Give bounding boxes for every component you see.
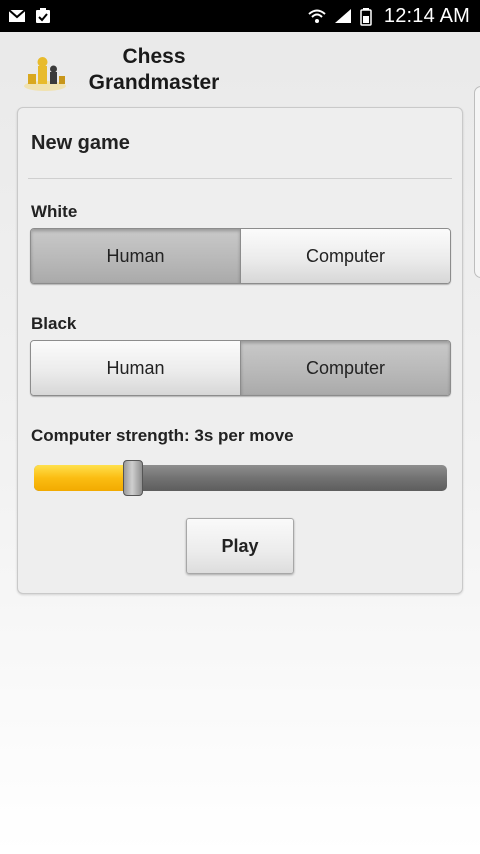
wifi-icon — [308, 8, 326, 24]
white-label: White — [31, 202, 78, 221]
status-bar: 12:14 AM — [0, 0, 480, 32]
white-human-button[interactable]: Human — [31, 229, 240, 283]
app-title-line1: Chess — [122, 45, 186, 68]
white-player-selector: Human Computer — [30, 228, 451, 284]
chess-pieces-logo-icon — [22, 50, 68, 92]
card-title: New game — [31, 132, 130, 154]
black-player-selector: Human Computer — [30, 340, 451, 396]
app-title-line2: Grandmaster — [88, 71, 220, 94]
black-human-button[interactable]: Human — [31, 341, 240, 395]
battery-icon — [360, 8, 372, 26]
black-computer-button[interactable]: Computer — [240, 341, 450, 395]
clipboard-check-icon — [34, 8, 52, 24]
app-header: Chess Grandmaster — [0, 32, 480, 108]
divider — [28, 178, 452, 179]
computer-strength-label: Computer strength: 3s per move — [31, 426, 294, 445]
status-bar-right: 12:14 AM — [308, 5, 470, 28]
clock-time: 12:14 AM — [383, 4, 470, 27]
app-title: Chess Grandmaster — [84, 44, 224, 96]
slider-fill — [34, 465, 133, 491]
new-game-card: New game White Human Computer Black Huma… — [17, 107, 463, 594]
slider-thumb[interactable] — [123, 460, 143, 496]
white-computer-button[interactable]: Computer — [240, 229, 450, 283]
status-bar-left — [8, 8, 52, 24]
signal-icon — [334, 8, 352, 24]
computer-strength-slider[interactable] — [34, 460, 447, 496]
side-panel-edge — [474, 86, 480, 278]
play-button[interactable]: Play — [186, 518, 294, 574]
black-label: Black — [31, 314, 77, 333]
gmail-icon — [8, 8, 26, 24]
